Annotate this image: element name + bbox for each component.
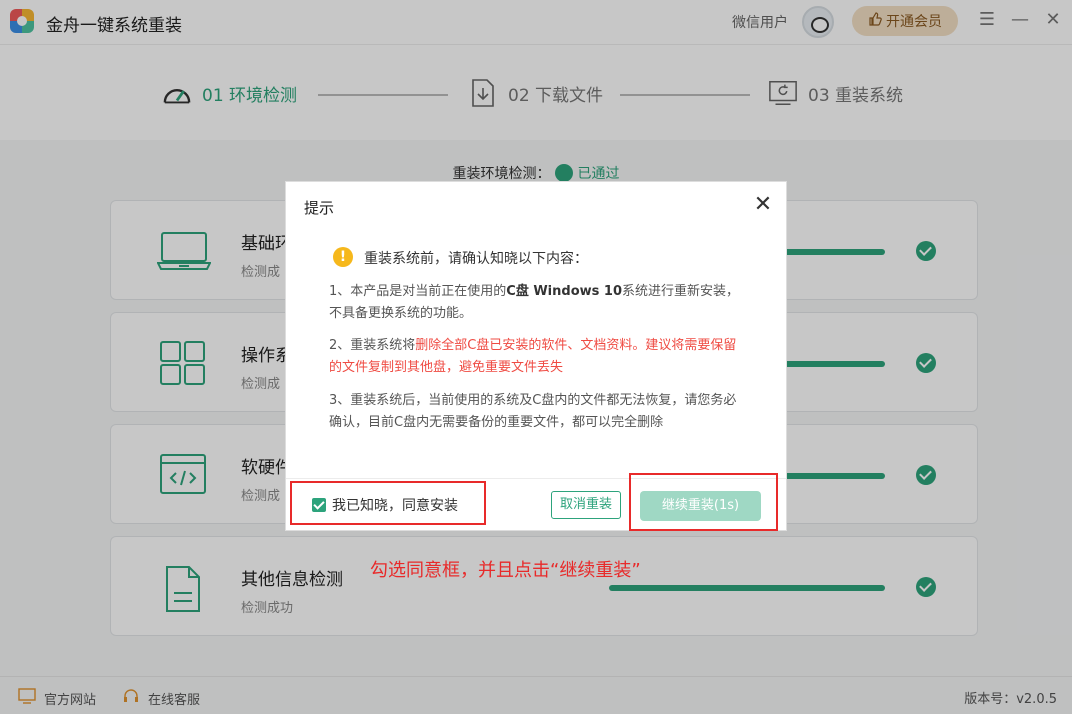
annotation-box-continue: [629, 473, 778, 531]
notice-item-3: 3、重装系统后，当前使用的系统及C盘内的文件都无法恢复，请您务必确认，目前C盘内…: [329, 393, 737, 430]
annotation-text: 勾选同意框，并且点击“继续重装”: [370, 560, 641, 581]
dialog-title: 提示: [304, 199, 335, 217]
warning-icon: !: [333, 247, 353, 267]
close-icon[interactable]: ✕: [752, 194, 774, 216]
notice-item-1: 1、本产品是对当前正在使用的C盘 Windows 10系统进行重新安装，不具备更…: [329, 284, 740, 321]
warning-text: 重装系统前，请确认知晓以下内容：: [364, 251, 588, 267]
cancel-reinstall-button[interactable]: 取消重装: [551, 491, 621, 519]
annotation-box-agree: [290, 481, 486, 525]
notice-item-2: 2、重装系统将删除全部C盘已安装的软件、文档资料。建议将需要保留的文件复制到其他…: [329, 338, 737, 375]
